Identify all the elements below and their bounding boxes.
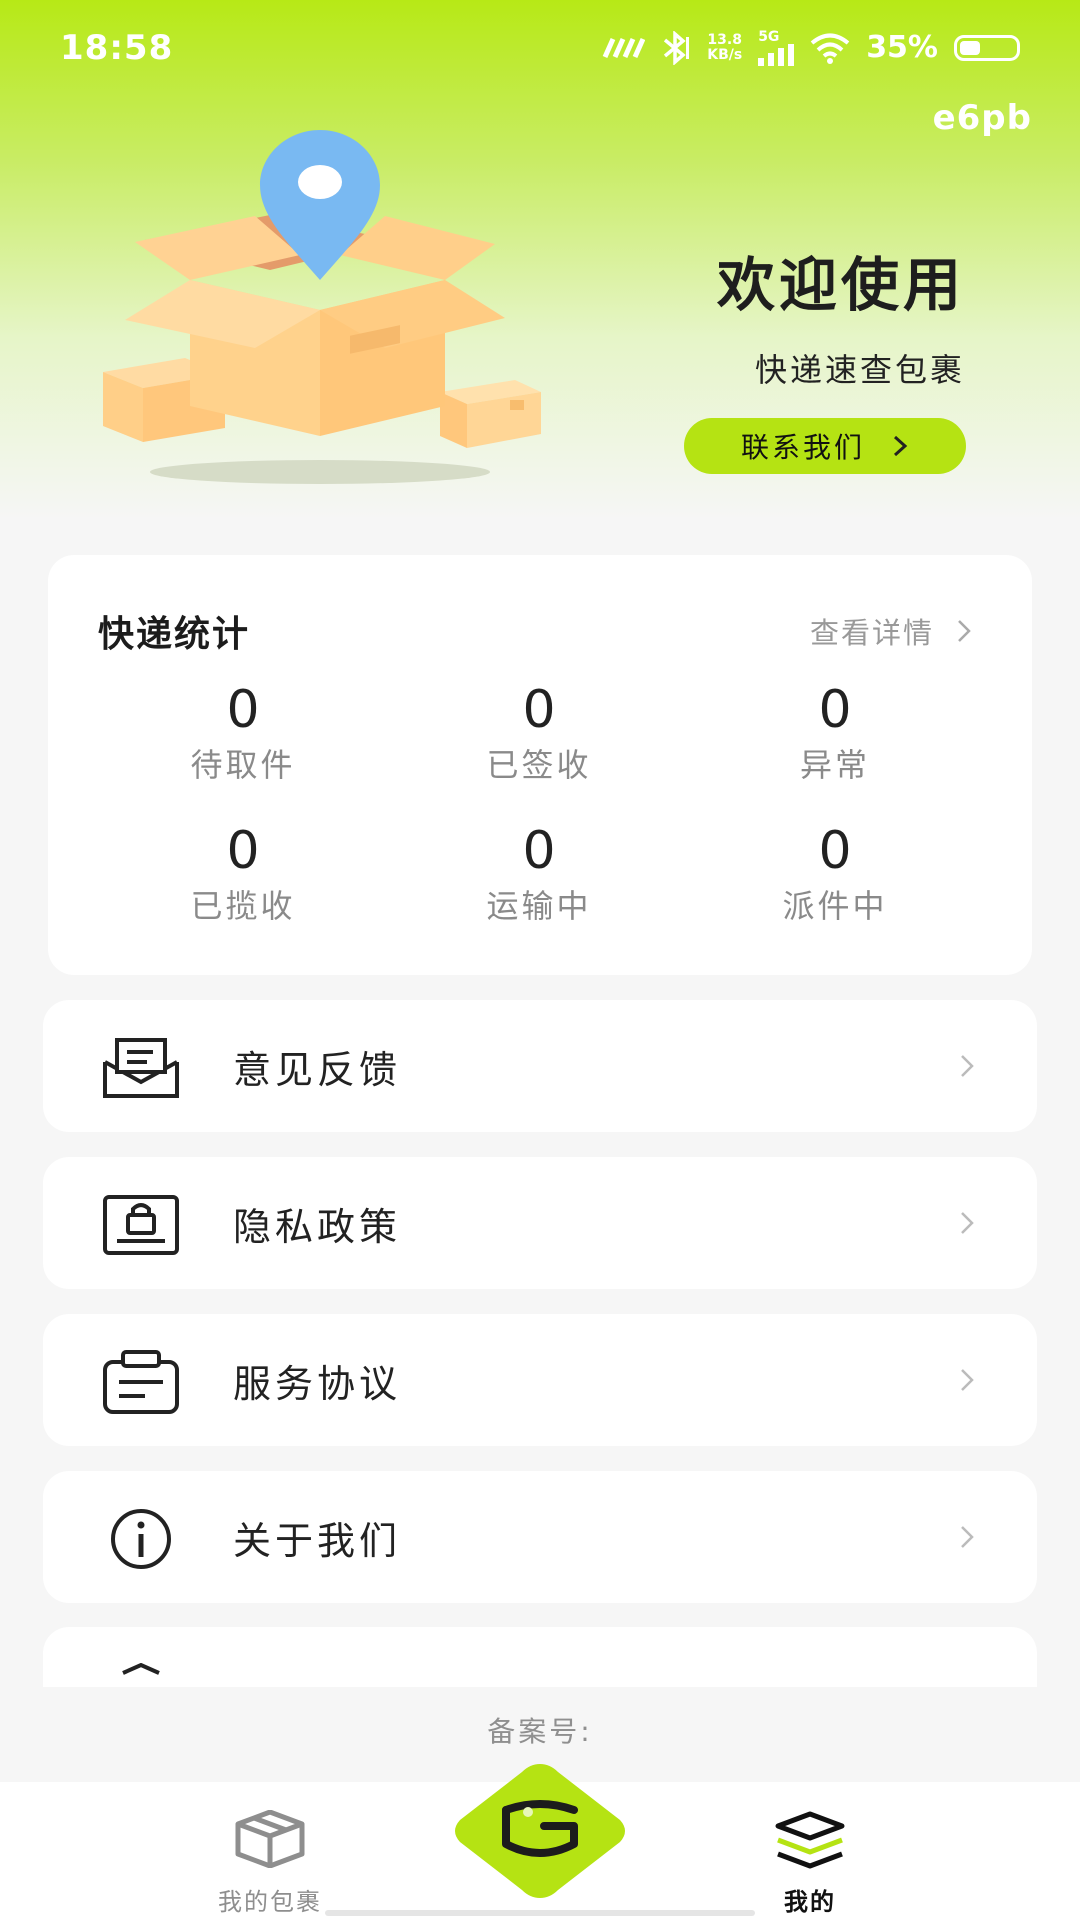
- chevron-right-icon: [958, 620, 971, 642]
- stat-signed[interactable]: 0 已签收: [419, 680, 659, 786]
- record-number-label: 备案号:: [487, 1715, 593, 1748]
- menu-item-partial[interactable]: [43, 1627, 1037, 1687]
- welcome-title: 欢迎使用: [716, 251, 965, 319]
- chevron-right-icon: [961, 1369, 974, 1391]
- menu-item-label: 意见反馈: [233, 1047, 402, 1092]
- chevron-right-icon: [961, 1055, 974, 1077]
- wifi-icon: [810, 33, 850, 64]
- stats-title: 快递统计: [98, 614, 251, 655]
- welcome-subtitle: 快递速查包裹: [754, 351, 965, 389]
- chevron-right-icon: [893, 435, 908, 457]
- stat-exception[interactable]: 0 异常: [715, 680, 955, 786]
- chevron-right-icon: [961, 1526, 974, 1548]
- envelope-icon: [103, 1038, 179, 1098]
- nav-mine[interactable]: 我的: [710, 1782, 910, 1920]
- scan-logo-icon: [455, 1764, 625, 1898]
- privacy-lock-icon: [103, 1195, 179, 1255]
- cell-signal: 5G: [758, 30, 795, 66]
- stat-collected[interactable]: 0 已揽收: [123, 821, 363, 927]
- signal-bars-icon: [758, 43, 795, 66]
- stat-to-pickup[interactable]: 0 待取件: [123, 680, 363, 786]
- info-icon: [111, 1509, 171, 1569]
- contact-us-button[interactable]: 联系我们: [684, 418, 966, 474]
- menu-item-label: 关于我们: [233, 1518, 402, 1563]
- menu-item-service-agreement[interactable]: 服务协议: [43, 1314, 1037, 1446]
- menu-item-privacy-policy[interactable]: 隐私政策: [43, 1157, 1037, 1289]
- nav-my-packages[interactable]: 我的包裹: [170, 1782, 370, 1920]
- home-indicator[interactable]: [325, 1910, 755, 1916]
- clipboard-icon: [103, 1350, 179, 1414]
- chevron-right-icon: [961, 1212, 974, 1234]
- menu-item-label: 服务协议: [233, 1361, 402, 1406]
- package-icon: [235, 1810, 305, 1868]
- contact-us-label: 联系我们: [740, 431, 865, 464]
- layers-icon: [775, 1811, 845, 1869]
- status-bar: 18:58 13.8 KB/s 5G 35%: [0, 0, 1080, 95]
- stat-in-transit[interactable]: 0 运输中: [419, 821, 659, 927]
- nav-center-button[interactable]: [446, 1758, 634, 1904]
- stat-out-for-delivery[interactable]: 0 派件中: [715, 821, 955, 927]
- view-details-link[interactable]: 查看详情: [810, 610, 972, 652]
- package-location-illustration: [103, 130, 541, 484]
- menu-item-about-us[interactable]: 关于我们: [43, 1471, 1037, 1603]
- status-icons: 13.8 KB/s 5G 35%: [601, 30, 1020, 66]
- status-time: 18:58: [60, 27, 174, 68]
- network-speed: 13.8 KB/s: [707, 31, 743, 63]
- battery-percent: 35%: [866, 30, 938, 65]
- battery-icon: [954, 34, 1020, 61]
- code-tag: e6pb: [932, 98, 1032, 138]
- delivery-stats-card: 快递统计 查看详情 0 待取件 0 已签收 0 异常 0 已揽收 0 运输中 0…: [48, 555, 1032, 975]
- nfc-icon: [602, 37, 646, 58]
- menu-item-label: 隐私政策: [233, 1204, 402, 1249]
- bluetooth-icon: [664, 30, 690, 65]
- shield-icon: [122, 1663, 160, 1675]
- menu-item-feedback[interactable]: 意见反馈: [43, 1000, 1037, 1132]
